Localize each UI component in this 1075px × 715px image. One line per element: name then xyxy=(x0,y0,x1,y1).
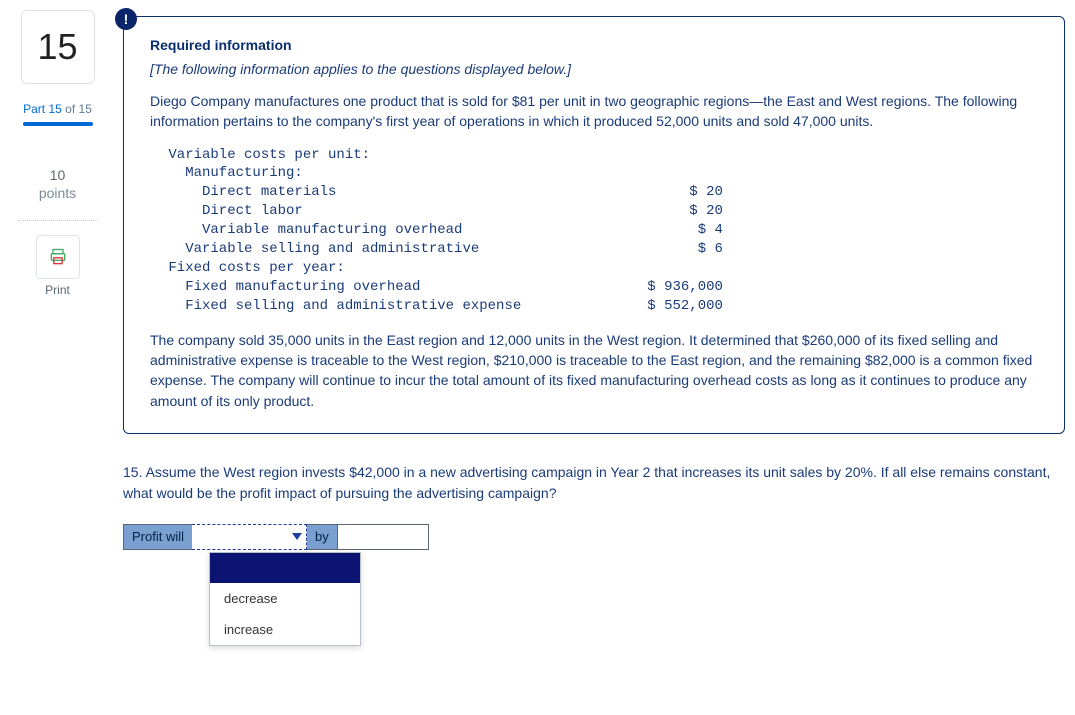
printer-icon xyxy=(48,247,68,267)
part-indicator: Part 15 of 15 xyxy=(23,102,92,116)
profit-direction-dropdown: decrease increase xyxy=(209,552,361,646)
scenario-paragraph-1: Diego Company manufactures one product t… xyxy=(150,91,1038,132)
chevron-down-icon xyxy=(292,533,302,540)
print-label: Print xyxy=(45,283,70,297)
intro-note: [The following information applies to th… xyxy=(150,61,1038,77)
info-card: Required information [The following info… xyxy=(123,16,1065,434)
answer-row: Profit will by decrease increase xyxy=(123,524,1065,550)
scenario-paragraph-2: The company sold 35,000 units in the Eas… xyxy=(150,330,1038,411)
dropdown-option-blank[interactable] xyxy=(210,553,360,583)
dropdown-option-increase[interactable]: increase xyxy=(210,614,360,645)
required-info-heading: Required information xyxy=(150,37,1038,53)
question-number-box: 15 xyxy=(21,10,95,84)
points-value: 10 xyxy=(39,166,76,184)
progress-bar xyxy=(23,122,93,126)
main-content: ! Required information [The following in… xyxy=(123,10,1065,550)
sidebar-divider xyxy=(18,220,98,221)
cost-table: Variable costs per unit: Manufacturing: … xyxy=(160,146,1038,316)
by-label: by xyxy=(307,524,338,550)
dropdown-option-decrease[interactable]: decrease xyxy=(210,583,360,614)
question-text: 15. Assume the West region invests $42,0… xyxy=(123,462,1065,504)
points-label: points xyxy=(39,184,76,202)
profit-amount-input[interactable] xyxy=(338,524,429,550)
progress-fill xyxy=(23,122,93,126)
question-number: 15 xyxy=(37,26,77,68)
alert-icon: ! xyxy=(115,8,137,30)
profit-will-label: Profit will xyxy=(123,524,192,550)
profit-direction-select[interactable] xyxy=(192,524,307,550)
sidebar: 15 Part 15 of 15 10 points Print xyxy=(10,10,105,550)
points-indicator: 10 points xyxy=(39,166,76,202)
print-button[interactable] xyxy=(36,235,80,279)
